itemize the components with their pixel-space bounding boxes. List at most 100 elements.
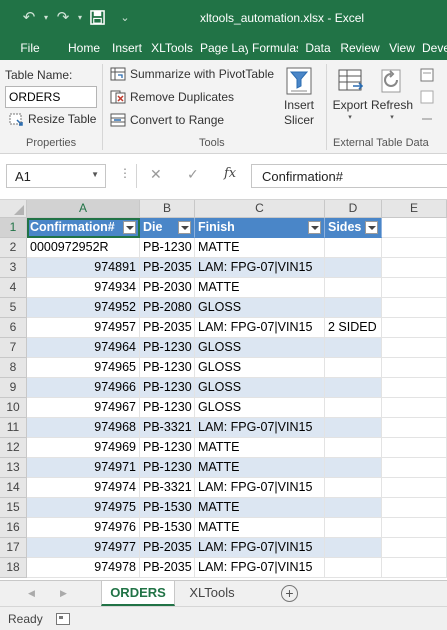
table-cell[interactable]: PB-2035: [140, 258, 195, 278]
filter-dropdown-icon[interactable]: [123, 221, 136, 234]
table-cell[interactable]: GLOSS: [195, 338, 325, 358]
tab-file[interactable]: File: [0, 36, 60, 60]
cancel-icon[interactable]: ✕: [150, 166, 162, 183]
row-header[interactable]: 12: [0, 438, 27, 458]
table-cell[interactable]: GLOSS: [195, 358, 325, 378]
table-cell[interactable]: MATTE: [195, 498, 325, 518]
table-cell[interactable]: [325, 498, 382, 518]
grid-cell[interactable]: [382, 398, 447, 418]
tab-developer[interactable]: Developer: [422, 36, 447, 60]
table-cell[interactable]: [325, 278, 382, 298]
table-cell[interactable]: 974966: [27, 378, 140, 398]
table-cell[interactable]: 974971: [27, 458, 140, 478]
row-header[interactable]: 1: [0, 218, 27, 238]
table-cell[interactable]: 974977: [27, 538, 140, 558]
table-cell[interactable]: MATTE: [195, 518, 325, 538]
grid-cell[interactable]: [382, 258, 447, 278]
table-cell[interactable]: [325, 438, 382, 458]
grid-cell[interactable]: [382, 438, 447, 458]
grid-cell[interactable]: [382, 538, 447, 558]
customize-toolbar-icon[interactable]: ⌄: [114, 6, 136, 28]
name-box[interactable]: A1 ▼: [6, 164, 106, 188]
unlink-button[interactable]: [420, 112, 436, 126]
scroll-tabs-left-icon[interactable]: ◀: [28, 588, 35, 599]
table-cell[interactable]: PB-1230: [140, 238, 195, 258]
row-header[interactable]: 5: [0, 298, 27, 318]
grid-cell[interactable]: [382, 218, 447, 238]
grid-cell[interactable]: [382, 558, 447, 578]
table-cell[interactable]: PB-2035: [140, 558, 195, 578]
table-cell[interactable]: 974976: [27, 518, 140, 538]
sheet-tab-orders[interactable]: ORDERS: [101, 581, 175, 606]
table-cell[interactable]: PB-2035: [140, 538, 195, 558]
table-cell[interactable]: [325, 378, 382, 398]
remove-duplicates-button[interactable]: Remove Duplicates: [110, 90, 234, 104]
table-cell[interactable]: [325, 338, 382, 358]
row-header[interactable]: 16: [0, 518, 27, 538]
table-header-cell[interactable]: Sides: [325, 218, 382, 238]
table-cell[interactable]: PB-1230: [140, 378, 195, 398]
table-cell[interactable]: PB-2030: [140, 278, 195, 298]
export-button[interactable]: Export ▾: [331, 66, 369, 123]
tab-page-layout[interactable]: Page Layout: [200, 36, 248, 60]
table-cell[interactable]: 974957: [27, 318, 140, 338]
tab-home[interactable]: Home: [64, 36, 104, 60]
table-cell[interactable]: PB-1230: [140, 358, 195, 378]
table-cell[interactable]: LAM: FPG-07|VIN15: [195, 418, 325, 438]
table-header-cell[interactable]: Die: [140, 218, 195, 238]
table-cell[interactable]: [325, 298, 382, 318]
tab-insert[interactable]: Insert: [108, 36, 146, 60]
table-cell[interactable]: 974967: [27, 398, 140, 418]
chevron-down-icon[interactable]: ▼: [91, 170, 99, 179]
row-header[interactable]: 11: [0, 418, 27, 438]
refresh-button[interactable]: Refresh ▾: [371, 66, 413, 123]
table-cell[interactable]: 0000972952R: [27, 238, 140, 258]
table-cell[interactable]: MATTE: [195, 278, 325, 298]
table-cell[interactable]: PB-1230: [140, 458, 195, 478]
table-cell[interactable]: PB-1230: [140, 398, 195, 418]
table-cell[interactable]: 2 SIDED: [325, 318, 382, 338]
column-header-d[interactable]: D: [325, 200, 382, 218]
table-cell[interactable]: 974968: [27, 418, 140, 438]
grid-cell[interactable]: [382, 338, 447, 358]
row-header[interactable]: 6: [0, 318, 27, 338]
grid-cell[interactable]: [382, 278, 447, 298]
row-header[interactable]: 9: [0, 378, 27, 398]
table-cell[interactable]: PB-1530: [140, 498, 195, 518]
filter-dropdown-icon[interactable]: [178, 221, 191, 234]
tab-data[interactable]: Data: [302, 36, 334, 60]
table-cell[interactable]: 974965: [27, 358, 140, 378]
tab-formulas[interactable]: Formulas: [252, 36, 298, 60]
macro-recording-icon[interactable]: [56, 613, 70, 625]
table-cell[interactable]: PB-3321: [140, 418, 195, 438]
table-cell[interactable]: 974964: [27, 338, 140, 358]
grid-cell[interactable]: [382, 378, 447, 398]
redo-icon[interactable]: ↷: [52, 6, 74, 28]
row-header[interactable]: 4: [0, 278, 27, 298]
table-cell[interactable]: MATTE: [195, 458, 325, 478]
table-cell[interactable]: PB-1230: [140, 338, 195, 358]
grid-cell[interactable]: [382, 478, 447, 498]
column-header-c[interactable]: C: [195, 200, 325, 218]
table-cell[interactable]: LAM: FPG-07|VIN15: [195, 538, 325, 558]
table-cell[interactable]: PB-3321: [140, 478, 195, 498]
grid-cell[interactable]: [382, 298, 447, 318]
table-cell[interactable]: [325, 558, 382, 578]
enter-icon[interactable]: ✓: [187, 166, 199, 183]
table-cell[interactable]: [325, 458, 382, 478]
sheet-tab-xltools[interactable]: XLTools: [178, 581, 246, 606]
table-cell[interactable]: MATTE: [195, 238, 325, 258]
undo-dropdown-icon[interactable]: ▾: [40, 6, 52, 28]
table-cell[interactable]: MATTE: [195, 438, 325, 458]
table-cell[interactable]: LAM: FPG-07|VIN15: [195, 558, 325, 578]
scroll-tabs-right-icon[interactable]: ▶: [60, 588, 67, 599]
resize-table-button[interactable]: Resize Table: [8, 112, 96, 126]
table-cell[interactable]: 974975: [27, 498, 140, 518]
row-header[interactable]: 18: [0, 558, 27, 578]
table-cell[interactable]: PB-1530: [140, 518, 195, 538]
table-cell[interactable]: PB-2080: [140, 298, 195, 318]
table-cell[interactable]: 974969: [27, 438, 140, 458]
redo-dropdown-icon[interactable]: ▾: [74, 6, 86, 28]
table-cell[interactable]: PB-2035: [140, 318, 195, 338]
table-cell[interactable]: 974891: [27, 258, 140, 278]
